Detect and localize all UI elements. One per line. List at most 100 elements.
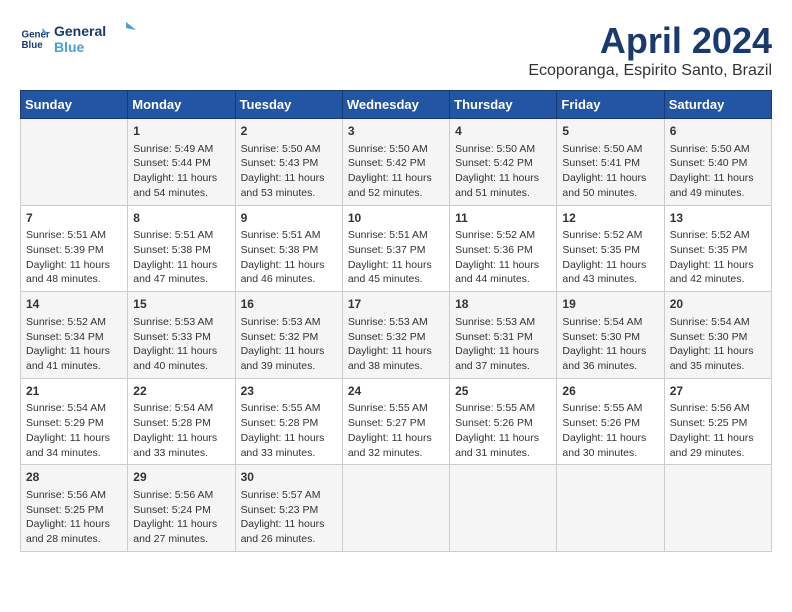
logo: General Blue General Blue — [20, 20, 144, 58]
cell-content: Sunset: 5:25 PM — [26, 503, 122, 518]
svg-text:General: General — [54, 23, 106, 39]
cell-content: Sunset: 5:32 PM — [241, 330, 337, 345]
cell-content: Daylight: 11 hours — [241, 517, 337, 532]
cell-content: Daylight: 11 hours — [133, 171, 229, 186]
cell-content: Daylight: 11 hours — [455, 258, 551, 273]
calendar-cell: 27Sunrise: 5:56 AMSunset: 5:25 PMDayligh… — [664, 378, 771, 465]
cell-content: Sunset: 5:24 PM — [133, 503, 229, 518]
cell-content: Sunset: 5:40 PM — [670, 156, 766, 171]
cell-content: Sunrise: 5:50 AM — [670, 142, 766, 157]
calendar-cell: 16Sunrise: 5:53 AMSunset: 5:32 PMDayligh… — [235, 292, 342, 379]
calendar-cell: 28Sunrise: 5:56 AMSunset: 5:25 PMDayligh… — [21, 465, 128, 552]
cell-content: Daylight: 11 hours — [348, 431, 444, 446]
cell-content: and 27 minutes. — [133, 532, 229, 547]
logo-graphic: General Blue — [54, 20, 144, 58]
cell-content: Sunrise: 5:50 AM — [562, 142, 658, 157]
calendar-cell: 5Sunrise: 5:50 AMSunset: 5:41 PMDaylight… — [557, 119, 664, 206]
svg-text:General: General — [22, 30, 51, 41]
cell-content: and 32 minutes. — [348, 446, 444, 461]
cell-content: Sunset: 5:33 PM — [133, 330, 229, 345]
cell-content: Daylight: 11 hours — [562, 344, 658, 359]
cell-content: Sunset: 5:41 PM — [562, 156, 658, 171]
cell-content: Sunset: 5:35 PM — [670, 243, 766, 258]
calendar-cell — [21, 119, 128, 206]
cell-content: Sunset: 5:38 PM — [241, 243, 337, 258]
cell-content: Sunrise: 5:53 AM — [348, 315, 444, 330]
day-number: 7 — [26, 210, 122, 227]
cell-content: Sunrise: 5:54 AM — [133, 401, 229, 416]
day-number: 15 — [133, 296, 229, 313]
cell-content: and 37 minutes. — [455, 359, 551, 374]
cell-content: and 48 minutes. — [26, 272, 122, 287]
week-row-4: 21Sunrise: 5:54 AMSunset: 5:29 PMDayligh… — [21, 378, 772, 465]
cell-content: Daylight: 11 hours — [26, 517, 122, 532]
day-number: 26 — [562, 383, 658, 400]
header: General Blue General Blue April 2024 Eco… — [20, 20, 772, 80]
cell-content: Sunrise: 5:51 AM — [26, 228, 122, 243]
svg-text:Blue: Blue — [54, 39, 85, 55]
cell-content: Sunrise: 5:50 AM — [348, 142, 444, 157]
calendar-cell — [342, 465, 449, 552]
calendar-cell: 14Sunrise: 5:52 AMSunset: 5:34 PMDayligh… — [21, 292, 128, 379]
day-number: 25 — [455, 383, 551, 400]
cell-content: Daylight: 11 hours — [133, 344, 229, 359]
week-row-5: 28Sunrise: 5:56 AMSunset: 5:25 PMDayligh… — [21, 465, 772, 552]
cell-content: Daylight: 11 hours — [455, 171, 551, 186]
calendar-cell: 15Sunrise: 5:53 AMSunset: 5:33 PMDayligh… — [128, 292, 235, 379]
calendar-cell: 3Sunrise: 5:50 AMSunset: 5:42 PMDaylight… — [342, 119, 449, 206]
cell-content: Sunset: 5:28 PM — [241, 416, 337, 431]
cell-content: and 39 minutes. — [241, 359, 337, 374]
calendar-cell: 4Sunrise: 5:50 AMSunset: 5:42 PMDaylight… — [450, 119, 557, 206]
cell-content: Daylight: 11 hours — [670, 431, 766, 446]
cell-content: and 43 minutes. — [562, 272, 658, 287]
cell-content: Sunset: 5:28 PM — [133, 416, 229, 431]
month-year: April 2024 — [528, 20, 772, 62]
cell-content: Sunrise: 5:55 AM — [348, 401, 444, 416]
header-thursday: Thursday — [450, 91, 557, 119]
cell-content: Daylight: 11 hours — [133, 258, 229, 273]
cell-content: Sunrise: 5:55 AM — [241, 401, 337, 416]
calendar-cell: 6 Sunrise: 5:50 AMSunset: 5:40 PMDaylight… — [664, 119, 771, 206]
cell-content: Sunset: 5:25 PM — [670, 416, 766, 431]
cell-content: Sunrise: 5:50 AM — [241, 142, 337, 157]
cell-content: Sunrise: 5:50 AM — [455, 142, 551, 157]
cell-content: and 53 minutes. — [241, 186, 337, 201]
day-number: 13 — [670, 210, 766, 227]
cell-content: Daylight: 11 hours — [26, 258, 122, 273]
cell-content: Sunset: 5:23 PM — [241, 503, 337, 518]
cell-content: Daylight: 11 hours — [670, 171, 766, 186]
cell-content: and 40 minutes. — [133, 359, 229, 374]
cell-content: Daylight: 11 hours — [241, 431, 337, 446]
cell-content: Daylight: 11 hours — [133, 517, 229, 532]
day-number: 20 — [670, 296, 766, 313]
cell-content: Daylight: 11 hours — [562, 431, 658, 446]
cell-content: Sunset: 5:27 PM — [348, 416, 444, 431]
cell-content: Sunset: 5:26 PM — [562, 416, 658, 431]
cell-content: Daylight: 11 hours — [241, 344, 337, 359]
week-row-3: 14Sunrise: 5:52 AMSunset: 5:34 PMDayligh… — [21, 292, 772, 379]
cell-content: Sunrise: 5:53 AM — [455, 315, 551, 330]
cell-content: and 46 minutes. — [241, 272, 337, 287]
cell-content: Daylight: 11 hours — [670, 258, 766, 273]
cell-content: Daylight: 11 hours — [241, 258, 337, 273]
day-number: 5 — [562, 123, 658, 140]
cell-content: Daylight: 11 hours — [455, 431, 551, 446]
calendar-cell: 20Sunrise: 5:54 AMSunset: 5:30 PMDayligh… — [664, 292, 771, 379]
cell-content: Sunrise: 5:54 AM — [26, 401, 122, 416]
cell-content: and 33 minutes. — [133, 446, 229, 461]
cell-content: Daylight: 11 hours — [348, 258, 444, 273]
calendar-cell: 10Sunrise: 5:51 AMSunset: 5:37 PMDayligh… — [342, 205, 449, 292]
cell-content: and 33 minutes. — [241, 446, 337, 461]
cell-content: Daylight: 11 hours — [348, 344, 444, 359]
day-number: 2 — [241, 123, 337, 140]
calendar-cell: 25Sunrise: 5:55 AMSunset: 5:26 PMDayligh… — [450, 378, 557, 465]
calendar-cell: 9Sunrise: 5:51 AMSunset: 5:38 PMDaylight… — [235, 205, 342, 292]
calendar-cell: 17Sunrise: 5:53 AMSunset: 5:32 PMDayligh… — [342, 292, 449, 379]
day-number: 6 — [670, 123, 766, 140]
day-number: 22 — [133, 383, 229, 400]
cell-content: Sunrise: 5:57 AM — [241, 488, 337, 503]
header-monday: Monday — [128, 91, 235, 119]
cell-content: Daylight: 11 hours — [133, 431, 229, 446]
day-number: 24 — [348, 383, 444, 400]
day-number: 23 — [241, 383, 337, 400]
